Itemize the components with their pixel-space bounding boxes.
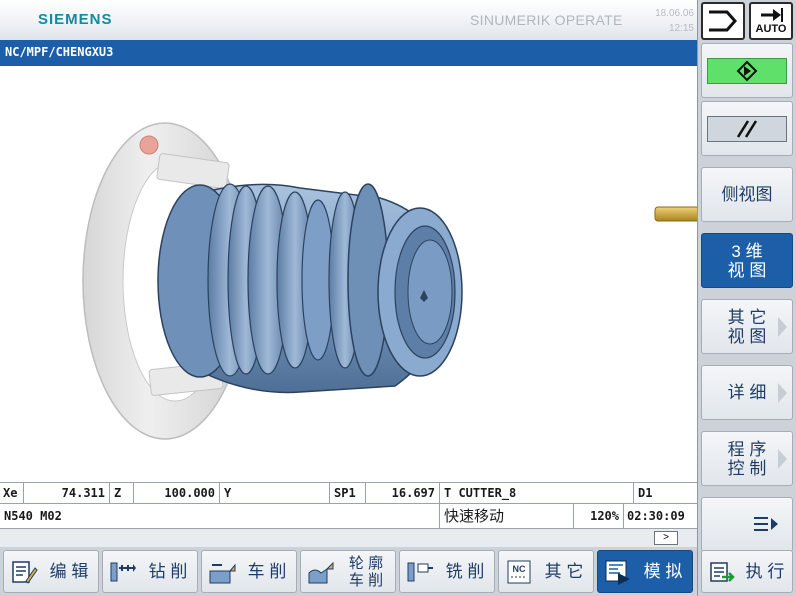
parallel-lines-box [707,115,787,142]
parallel-lines-icon [736,119,758,138]
edit-icon [12,561,38,584]
channel-switch-button[interactable] [701,2,745,40]
date-text: 18.06.06 [655,8,694,19]
z-axis-label: Z [110,483,134,503]
svg-text:NC: NC [513,564,526,574]
milling-icon [407,562,433,582]
block-status-row: N540 M02 快速移动 120% 02:30:09 [0,504,697,529]
execute-softkey[interactable]: 执 行 [701,550,793,593]
horizontal-softkey-bar: 编 辑 钻 削 车 削 轮 廓 车 削 铣 削 NC 其 它 模 拟 [0,547,697,596]
sinumerik-screen: SIEMENS SINUMERIK OPERATE 18.06.06 12:15… [0,0,796,596]
auto-label: AUTO [755,23,787,35]
turning-icon [209,563,236,584]
tool-offset: D1 [638,486,653,500]
cycle-start-indicator [707,57,787,84]
feed-override: 120% [574,504,624,528]
current-block: N540 M02 [0,504,440,528]
auto-mode-button[interactable]: AUTO [749,2,793,40]
x-axis-label: Xe [0,483,24,503]
x-axis-value: 74.311 [24,483,110,503]
contour-turning-label: 轮 廓 车 削 [348,554,384,589]
spindle-value: 16.697 [366,483,440,503]
edit-label: 编 辑 [49,562,89,581]
z-axis-value: 100.000 [134,483,220,503]
other-label: 其 它 [544,562,584,581]
program-control-label: 程 序 控 制 [727,439,767,478]
other-softkey[interactable]: NC 其 它 [498,550,594,593]
program-control-softkey[interactable]: 程 序 控 制 [701,431,793,486]
turning-label: 车 削 [247,562,287,581]
simulation-softkey[interactable]: 模 拟 [597,550,693,593]
channel-switch-icon [709,10,738,32]
program-path: NC/MPF/CHENGXU3 [5,45,114,59]
simulation-viewport[interactable] [0,66,697,482]
cutting-tool [654,206,697,222]
contour-turning-softkey[interactable]: 轮 廓 车 削 [300,550,396,593]
side-view-softkey[interactable]: 侧视图 [701,167,793,222]
parallel-view-softkey[interactable] [701,101,793,156]
siemens-logo: SIEMENS [38,11,113,28]
details-label: 详 细 [727,383,767,402]
spindle-label: SP1 [330,483,366,503]
tool-name: T CUTTER_8 [440,483,634,503]
side-view-label: 侧视图 [721,185,773,204]
submenu-arrow-icon [778,317,787,337]
time-text: 12:15 [668,23,694,34]
execute-icon [710,562,735,582]
arrow-right-icon [761,8,783,22]
edit-softkey[interactable]: 编 辑 [3,550,99,593]
program-path-bar: NC/MPF/CHENGXU3 [0,40,697,66]
simulation-icon [605,560,630,585]
other-views-softkey[interactable]: 其 它 视 图 [701,299,793,354]
menu-more-icon [754,517,778,531]
motion-mode: 快速移动 [440,504,574,528]
more-softkey[interactable] [701,497,793,552]
y-axis-label: Y [220,483,330,503]
workpiece [157,183,463,394]
drill-icon [110,562,136,582]
submenu-arrow-icon [778,449,787,469]
header-bar: SIEMENS SINUMERIK OPERATE 18.06.06 12:15 [0,0,697,40]
cycle-start-icon [736,60,758,81]
execute-label: 执 行 [745,562,785,581]
scroll-right-button[interactable]: > [654,531,678,545]
turning-softkey[interactable]: 车 削 [201,550,297,593]
product-name: SINUMERIK OPERATE [470,12,623,28]
details-softkey[interactable]: 详 细 [701,365,793,420]
other-views-label: 其 它 视 图 [727,307,767,346]
3d-view-softkey[interactable]: 3 维 视 图 [701,233,793,288]
drill-softkey[interactable]: 钻 削 [102,550,198,593]
contour-turning-icon [308,561,334,584]
cycle-start-softkey[interactable] [701,43,793,98]
milling-label: 铣 削 [445,562,485,581]
date-time: 18.06.06 12:15 [648,6,694,36]
scroll-row: > [0,529,697,547]
elapsed-time: 02:30:09 [627,509,685,523]
simulation-3d-scene [82,122,697,440]
3d-view-label: 3 维 视 图 [727,241,767,280]
submenu-arrow-icon [778,383,787,403]
vertical-softkey-bar: AUTO 侧视图 3 维 视 图 其 它 视 图 详 细 程 序 控 制 执 行 [697,0,796,596]
simulation-label: 模 拟 [643,562,683,581]
drill-label: 钻 削 [148,562,188,581]
milling-softkey[interactable]: 铣 削 [399,550,495,593]
axis-status-row: Xe 74.311 Z 100.000 Y SP1 16.697 T CUTTE… [0,482,697,504]
nc-other-icon: NC [507,560,531,584]
